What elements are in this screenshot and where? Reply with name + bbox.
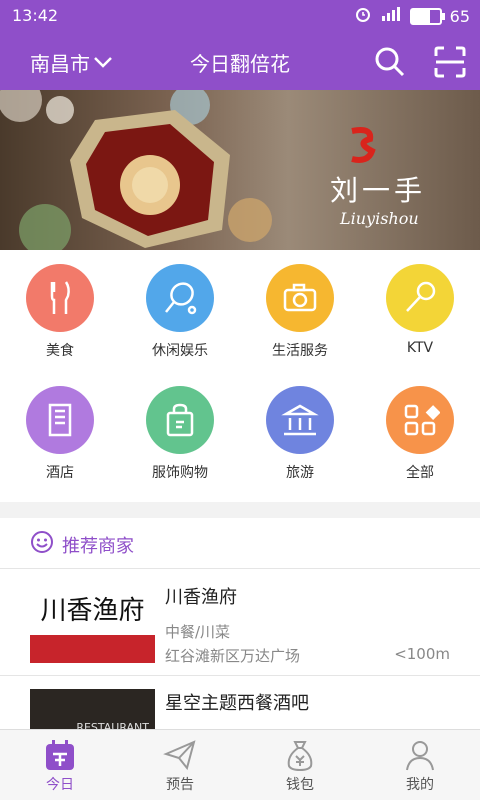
category-label: 酒店 (46, 465, 74, 481)
camera-icon (266, 264, 334, 332)
money-bag-icon (280, 738, 320, 772)
brand-name-en: Liuyishou (340, 209, 419, 228)
category-label: 旅游 (286, 465, 314, 481)
grid-icon (386, 386, 454, 454)
category-all[interactable]: 全部 (360, 372, 480, 492)
fork-knife-icon (26, 264, 94, 332)
scan-button[interactable] (432, 44, 468, 80)
building-icon (26, 386, 94, 454)
user-icon (400, 738, 440, 772)
microphone-icon (386, 264, 454, 332)
category-ktv[interactable]: KTV (360, 250, 480, 370)
category-life-services[interactable]: 生活服务 (240, 250, 360, 370)
category-label: 全部 (406, 465, 434, 481)
recommend-section: 推荐商家 川香渔府 川香渔府 中餐/川菜 红谷滩新区万达广场 <100m RES… (0, 518, 480, 769)
category-leisure[interactable]: 休闲娱乐 (120, 250, 240, 370)
tab-label: 预告 (166, 777, 194, 793)
tab-today[interactable]: 今日 (0, 730, 120, 800)
landmark-icon (266, 386, 334, 454)
category-label: 服饰购物 (152, 465, 208, 481)
section-title: 推荐商家 (62, 535, 134, 557)
tennis-racket-icon (146, 264, 214, 332)
city-selector[interactable]: 南昌市 (30, 48, 114, 77)
merchant-name: 星空主题西餐酒吧 (165, 693, 309, 714)
status-bar: 13:42 65 (0, 0, 480, 32)
category-hotel[interactable]: 酒店 (0, 372, 120, 492)
category-shopping[interactable]: 服饰购物 (120, 372, 240, 492)
brand-logo: 刘一手 Liuyishou (330, 125, 450, 228)
today-icon (40, 738, 80, 772)
search-icon (372, 47, 408, 84)
section-header: 推荐商家 (30, 530, 134, 559)
brand-name-cn: 刘一手 (330, 174, 427, 207)
shopping-bag-icon (146, 386, 214, 454)
merchant-address: 红谷滩新区万达广场 (165, 647, 301, 665)
merchant-distance: <100m (394, 645, 450, 663)
smiley-icon (30, 530, 54, 559)
bottom-tab-bar: 今日 预告 钱包 我的 (0, 729, 480, 800)
category-label: 美食 (46, 343, 74, 359)
paper-plane-icon (160, 738, 200, 772)
search-button[interactable] (372, 44, 408, 80)
category-food[interactable]: 美食 (0, 250, 120, 370)
status-time: 13:42 (12, 6, 59, 25)
city-label: 南昌市 (30, 52, 90, 76)
tab-label: 我的 (406, 777, 434, 793)
category-travel[interactable]: 旅游 (240, 372, 360, 492)
tab-mine[interactable]: 我的 (360, 730, 480, 800)
merchant-category: 中餐/川菜 (165, 623, 231, 641)
tab-preview[interactable]: 预告 (120, 730, 240, 800)
category-label: KTV (406, 340, 434, 356)
tab-label: 今日 (46, 777, 74, 793)
thumb-logo-text: 川香渔府 (40, 595, 145, 626)
merchant-name: 川香渔府 (165, 587, 237, 608)
signal-icon (380, 6, 402, 26)
tab-label: 钱包 (286, 777, 314, 793)
promo-banner[interactable]: 刘一手 Liuyishou (0, 90, 480, 250)
battery-icon (409, 7, 445, 25)
scan-icon (432, 46, 468, 84)
tab-wallet[interactable]: 钱包 (240, 730, 360, 800)
merchant-thumbnail: 川香渔府 (30, 583, 155, 663)
app-bar: 南昌市 今日翻倍花 (0, 32, 480, 90)
category-grid: 美食 休闲娱乐 生活服务 KTV 酒店 服饰购物 旅游 全部 (0, 250, 480, 502)
merchant-item[interactable]: 川香渔府 川香渔府 中餐/川菜 红谷滩新区万达广场 <100m (0, 569, 480, 676)
alarm-icon (354, 5, 372, 27)
category-label: 生活服务 (272, 343, 328, 359)
brand-emblem-icon (351, 127, 376, 163)
chevron-down-icon (92, 51, 114, 75)
category-label: 休闲娱乐 (152, 343, 208, 359)
status-icons: 65 (354, 5, 470, 27)
battery-percent: 65 (449, 6, 470, 26)
